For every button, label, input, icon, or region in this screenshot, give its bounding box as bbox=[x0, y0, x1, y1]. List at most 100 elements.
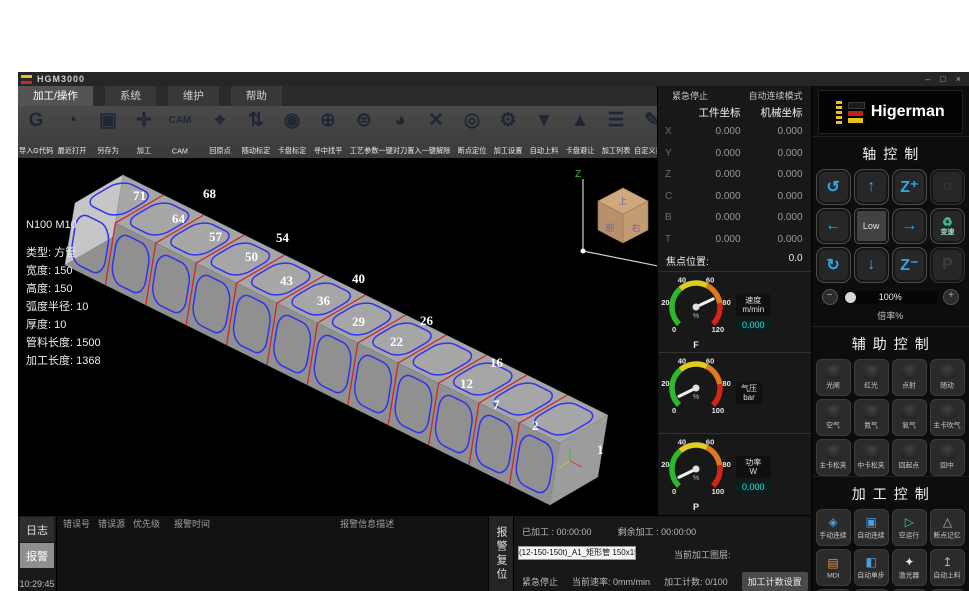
axis-button-jog-x-plus[interactable]: → bbox=[892, 208, 927, 244]
toolbar-button[interactable]: ▲卡盘避让 bbox=[562, 106, 598, 158]
work-coord-value: 0.000 bbox=[681, 234, 741, 245]
rate-slider[interactable]: 100% bbox=[843, 291, 938, 304]
toolbar-button[interactable]: ◕一键对刀置入 bbox=[382, 106, 418, 158]
toolbar-button[interactable]: ⊜工艺参数 bbox=[346, 106, 382, 158]
aux-button[interactable]: 主卡吹气 bbox=[930, 399, 965, 436]
rate-minus-button[interactable]: − bbox=[822, 289, 838, 305]
aux-button[interactable]: 点射 bbox=[892, 359, 927, 396]
rate-plus-button[interactable]: + bbox=[943, 289, 959, 305]
toolbar-button[interactable]: G导入G代码 bbox=[18, 106, 54, 158]
coord-row: Y0.0000.000 bbox=[658, 143, 811, 165]
axis-button-jog-z-plus[interactable]: Z⁺ bbox=[892, 169, 927, 205]
proc-button[interactable]: ◈手动连续 bbox=[816, 509, 851, 546]
orientation-cube[interactable]: 上前右Zx bbox=[575, 169, 657, 278]
chuck-avoidance-icon: ▲ bbox=[571, 109, 590, 133]
menu-tab[interactable]: 帮助 bbox=[231, 86, 282, 106]
auto-mode-status[interactable]: 自动连续模式 bbox=[749, 89, 803, 102]
minimize-button[interactable]: – bbox=[925, 74, 930, 84]
remaining-time: 剩余加工 : 00:00:00 bbox=[618, 525, 697, 538]
toolbar-button[interactable]: ▼自动上料 bbox=[526, 106, 562, 158]
coord-row: C0.0000.000 bbox=[658, 186, 811, 208]
count-settings-button[interactable]: 加工计数设置 bbox=[742, 572, 808, 591]
proc-button[interactable]: △断点记忆 bbox=[930, 509, 965, 546]
centering-leveling-icon: ⊕ bbox=[320, 109, 336, 133]
axis-button-speed-change[interactable]: ♻变速 bbox=[930, 208, 965, 244]
alarm-reset-button[interactable]: 报警复位 bbox=[488, 516, 513, 591]
current-rate: 当前速率: 0mm/min bbox=[572, 575, 650, 588]
axis-button-rotate-a-plus[interactable]: ↺ bbox=[816, 169, 851, 205]
tube-parameter: 厚度: 10 bbox=[26, 316, 101, 334]
tube-parameter: 宽度: 150 bbox=[26, 262, 101, 280]
toolbar-button-label: 回原点 bbox=[209, 146, 231, 156]
alarm-column-header: 报警时间 bbox=[174, 517, 210, 530]
close-button[interactable]: × bbox=[956, 74, 961, 84]
toolbar-button[interactable]: ✛加工 bbox=[126, 106, 162, 158]
axis-button-speed-low[interactable]: Low bbox=[854, 208, 889, 244]
axis-button-jog-y-plus[interactable]: ↑ bbox=[854, 169, 889, 205]
aux-button[interactable]: 回中 bbox=[930, 439, 965, 476]
toolbar-button[interactable]: ◎断点定位 bbox=[454, 106, 490, 158]
aux-button[interactable]: 氧气 bbox=[892, 399, 927, 436]
knob-icon bbox=[825, 445, 842, 459]
tube-parameter: 弧度半径: 10 bbox=[26, 298, 101, 316]
menu-tab[interactable]: 维护 bbox=[168, 86, 219, 106]
estop-status[interactable]: 紧急停止 bbox=[672, 89, 708, 102]
proc-button[interactable]: ▷空运行 bbox=[892, 509, 927, 546]
toolbar-button[interactable]: ✕一键解除 bbox=[418, 106, 454, 158]
status-tab[interactable]: 报警 bbox=[20, 543, 54, 568]
gauge-info: 气压bar bbox=[736, 382, 762, 404]
toolbar-button[interactable]: ⚙加工设置 bbox=[490, 106, 526, 158]
toolbar-button[interactable]: ✎自定义按钮 bbox=[634, 106, 657, 158]
toolbar-button-label: 最近打开 bbox=[58, 146, 87, 156]
part-number-label: 54 bbox=[276, 230, 290, 245]
toolbar-button[interactable]: ◉卡盘标定 bbox=[274, 106, 310, 158]
toolbar-button[interactable]: ◔最近打开 bbox=[54, 106, 90, 158]
aux-control-title: 辅助控制 bbox=[812, 326, 969, 359]
proc-button[interactable]: ✦激光器 bbox=[892, 549, 927, 586]
part-number-label: 26 bbox=[420, 313, 434, 328]
menu-tab[interactable]: 加工/操作 bbox=[18, 86, 93, 106]
axis-button-jog-x-minus[interactable]: ← bbox=[816, 208, 851, 244]
axis-button-jog-y-minus[interactable]: ↓ bbox=[854, 247, 889, 283]
toolbar-button[interactable]: ⌖回原点 bbox=[202, 106, 238, 158]
alarm-table[interactable]: 错误号错误源优先级报警时间报警信息描述 bbox=[56, 516, 488, 591]
aux-button[interactable]: 回起点 bbox=[892, 439, 927, 476]
toolbar-button[interactable]: ☰加工列表 bbox=[598, 106, 634, 158]
toolbar-button[interactable]: ⇅随动标定 bbox=[238, 106, 274, 158]
status-tab[interactable]: 日志 bbox=[20, 517, 54, 542]
import-gcode-icon: G bbox=[29, 109, 44, 133]
axis-label: C bbox=[658, 191, 681, 202]
aux-button[interactable]: 主卡松夹 bbox=[816, 439, 851, 476]
cam-icon: CAM bbox=[169, 109, 192, 133]
aux-button[interactable]: 红光 bbox=[854, 359, 889, 396]
menu-tab[interactable]: 系统 bbox=[105, 86, 156, 106]
toolbar-button-label: 一键对刀置入 bbox=[378, 146, 421, 156]
toolbar-button[interactable]: CAMCAM bbox=[162, 106, 198, 158]
rate-slider-knob[interactable] bbox=[845, 292, 856, 303]
proc-button[interactable]: ▤MDI bbox=[816, 549, 851, 586]
aux-button[interactable]: 氮气 bbox=[854, 399, 889, 436]
knob-icon bbox=[825, 365, 842, 379]
aux-button[interactable]: 中卡松夹 bbox=[854, 439, 889, 476]
work-coord-value: 0.000 bbox=[681, 148, 741, 159]
current-file-field[interactable]: (12-150-150t)_A1_矩形管 150x15 bbox=[518, 546, 636, 560]
toolbar-button[interactable]: ⊕寻中找平 bbox=[310, 106, 346, 158]
axis-button-rotate-a-minus[interactable]: ↻ bbox=[816, 247, 851, 283]
aux-button[interactable]: 随动 bbox=[930, 359, 965, 396]
proc-button[interactable]: ◧自动单步 bbox=[854, 549, 889, 586]
proc-button[interactable]: ▣自动连续 bbox=[854, 509, 889, 546]
maximize-button[interactable]: □ bbox=[940, 74, 945, 84]
svg-text:80: 80 bbox=[722, 460, 730, 469]
work-coord-value: 0.000 bbox=[681, 212, 741, 223]
aux-button-label: 氮气 bbox=[864, 420, 878, 429]
coord-row: T0.0000.000 bbox=[658, 229, 811, 251]
aux-button[interactable]: 空气 bbox=[816, 399, 851, 436]
axis-button-jog-z-minus[interactable]: Z⁻ bbox=[892, 247, 927, 283]
aux-button[interactable]: 光闸 bbox=[816, 359, 851, 396]
aux-button-label: 红光 bbox=[864, 380, 878, 389]
svg-text:P: P bbox=[693, 502, 699, 512]
proc-button[interactable]: ↥自动上料 bbox=[930, 549, 965, 586]
svg-text:0: 0 bbox=[672, 325, 676, 334]
toolbar-button[interactable]: ▣另存为 bbox=[90, 106, 126, 158]
svg-text:40: 40 bbox=[678, 437, 686, 446]
